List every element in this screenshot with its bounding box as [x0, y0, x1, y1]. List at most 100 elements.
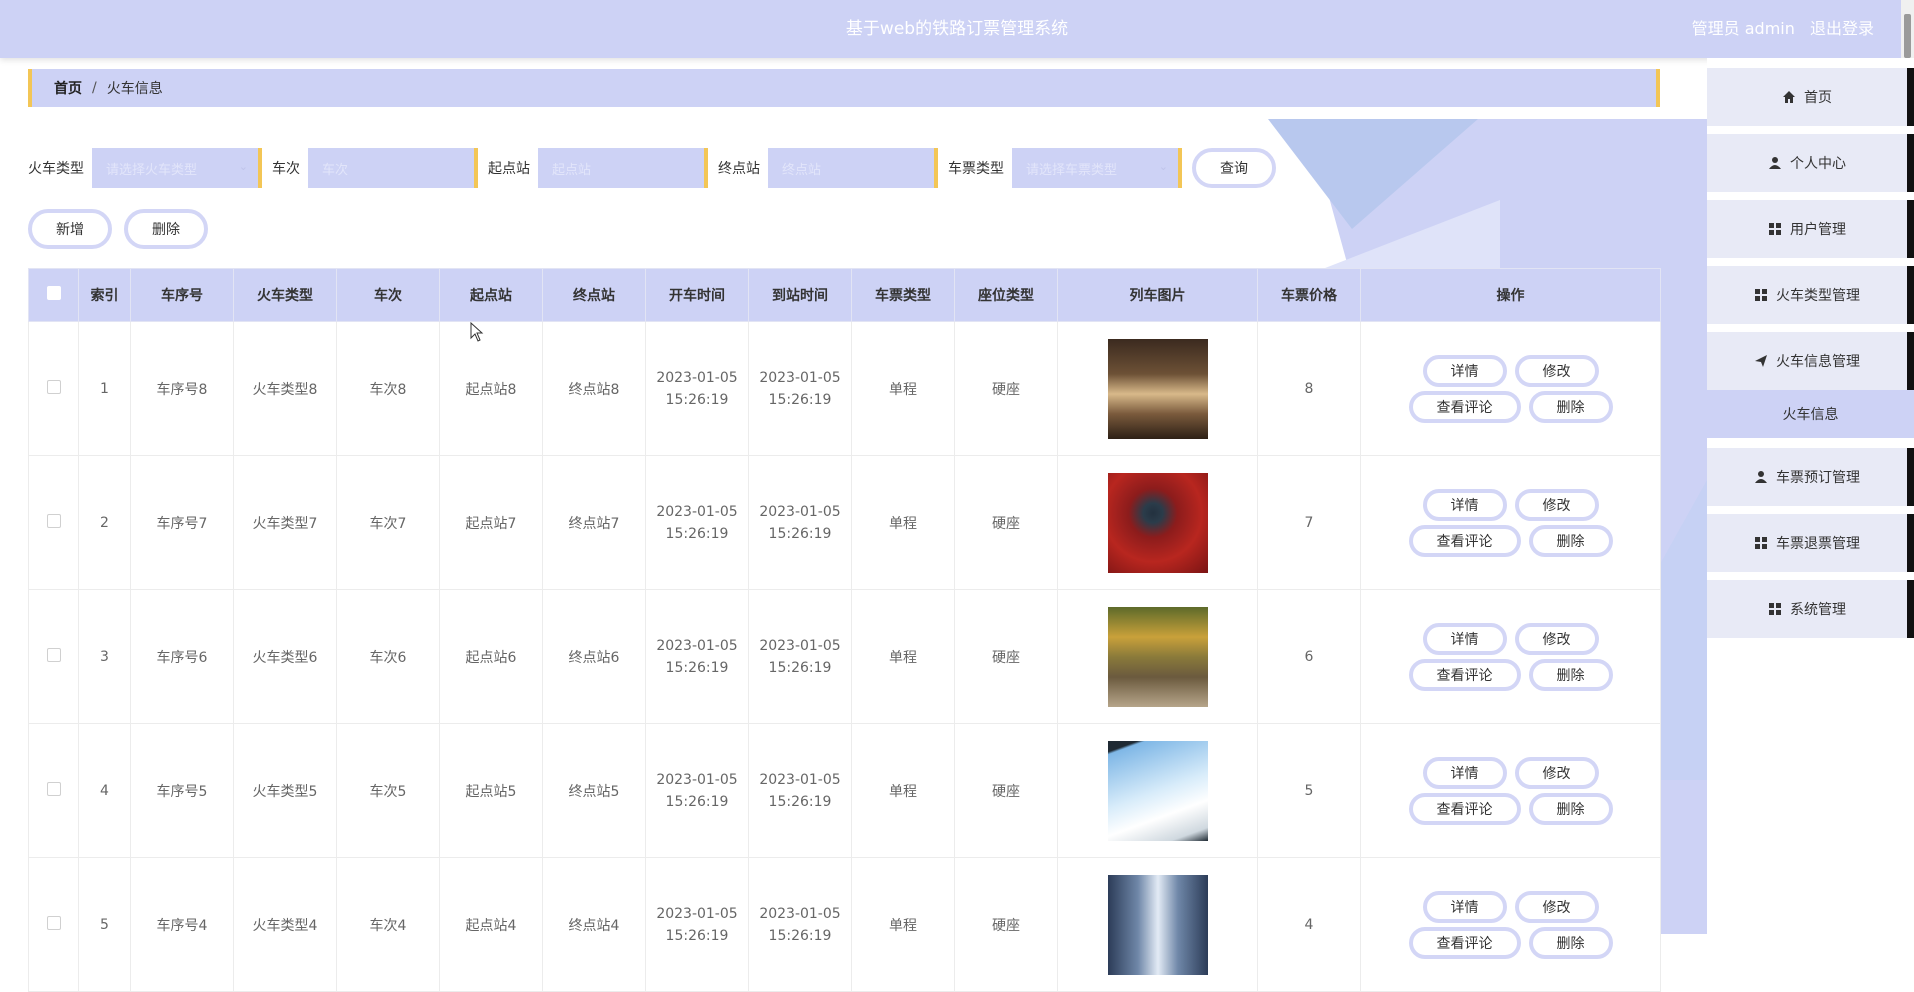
- search-bar: 火车类型 请选择火车类型 ⌄ 车次 车次 起点站 起点站 终点站 终点站 车票类…: [28, 148, 1276, 188]
- sidebar-item[interactable]: 个人中心: [1707, 134, 1914, 192]
- train-image[interactable]: [1107, 472, 1208, 573]
- sidebar-item[interactable]: 火车类型管理: [1707, 266, 1914, 324]
- view-comments-button[interactable]: 查看评论: [1408, 524, 1521, 557]
- sidebar-item[interactable]: 车票退票管理: [1707, 514, 1914, 572]
- arrive-time-cell: 2023-01-05 15:26:19: [748, 589, 852, 724]
- row-actions: 详情 修改 查看评论 删除: [1362, 354, 1659, 423]
- sidebar-item[interactable]: 系统管理: [1707, 580, 1914, 638]
- edit-button[interactable]: 修改: [1514, 354, 1599, 387]
- depart-date: 2023-01-05: [656, 503, 738, 520]
- row-select-cell[interactable]: [28, 455, 79, 590]
- column-header: 操作: [1360, 268, 1661, 322]
- sidebar-item-label: 车票退票管理: [1776, 536, 1860, 552]
- train-image[interactable]: [1107, 740, 1208, 841]
- from-station-placeholder: 起点站: [552, 162, 592, 178]
- view-comments-button[interactable]: 查看评论: [1408, 792, 1521, 825]
- row-select-cell[interactable]: [28, 589, 79, 724]
- sidebar-item[interactable]: 用户管理: [1707, 200, 1914, 258]
- depart-time: 15:26:19: [665, 659, 729, 676]
- column-header: 车票类型: [851, 268, 955, 322]
- row-checkbox[interactable]: [46, 513, 61, 528]
- row-checkbox[interactable]: [46, 915, 61, 930]
- grid-icon: [1768, 602, 1782, 616]
- row-delete-button[interactable]: 删除: [1528, 658, 1613, 691]
- from-station-input[interactable]: 起点站: [538, 148, 708, 188]
- train-image[interactable]: [1107, 606, 1208, 707]
- seq-cell: 车序号8: [130, 321, 234, 456]
- row-checkbox[interactable]: [46, 647, 61, 662]
- select-all-checkbox[interactable]: [46, 286, 61, 300]
- edit-button[interactable]: 修改: [1514, 890, 1599, 923]
- ticket-type-cell: 单程: [851, 723, 955, 858]
- logout-link[interactable]: 退出登录: [1810, 19, 1874, 38]
- detail-button[interactable]: 详情: [1422, 354, 1507, 387]
- query-button[interactable]: 查询: [1192, 148, 1276, 188]
- train-no-cell: 车次4: [336, 857, 440, 992]
- ticket-type-cell: 单程: [851, 455, 955, 590]
- arrive-time: 15:26:19: [768, 659, 832, 676]
- train-no-cell: 车次6: [336, 589, 440, 724]
- detail-button[interactable]: 详情: [1422, 756, 1507, 789]
- sidebar-item[interactable]: 车票预订管理: [1707, 448, 1914, 506]
- grid-icon: [1768, 222, 1782, 236]
- seq-cell: 车序号5: [130, 723, 234, 858]
- sidebar-item[interactable]: 火车信息管理: [1707, 332, 1914, 390]
- from-cell: 起点站5: [439, 723, 543, 858]
- scrollbar-thumb[interactable]: [1904, 14, 1911, 58]
- depart-date: 2023-01-05: [656, 369, 738, 386]
- mouse-cursor-icon: [470, 322, 484, 342]
- row-select-cell[interactable]: [28, 857, 79, 992]
- arrive-time-cell: 2023-01-05 15:26:19: [748, 321, 852, 456]
- table-row: 2 车序号7 火车类型7 车次7 起点站7 终点站7 2023-01-05 15:26:19 2…: [28, 455, 1661, 590]
- row-delete-button[interactable]: 删除: [1528, 926, 1613, 959]
- seat-type-cell: 硬座: [954, 321, 1058, 456]
- row-delete-button[interactable]: 删除: [1528, 390, 1613, 423]
- from-cell: 起点站7: [439, 455, 543, 590]
- train-type-select[interactable]: 请选择火车类型 ⌄: [92, 148, 262, 188]
- depart-time-cell: 2023-01-05 15:26:19: [645, 589, 749, 724]
- batch-delete-button[interactable]: 删除: [124, 209, 208, 249]
- select-all-cell[interactable]: [28, 268, 79, 322]
- row-delete-button[interactable]: 删除: [1528, 792, 1613, 825]
- train-no-cell: 车次5: [336, 723, 440, 858]
- seq-cell: 车序号4: [130, 857, 234, 992]
- train-no-placeholder: 车次: [322, 162, 349, 178]
- train-no-input[interactable]: 车次: [308, 148, 478, 188]
- to-cell: 终点站5: [542, 723, 646, 858]
- sidebar-item-label: 系统管理: [1790, 602, 1846, 618]
- detail-button[interactable]: 详情: [1422, 488, 1507, 521]
- train-no-label: 车次: [272, 161, 300, 177]
- detail-button[interactable]: 详情: [1422, 890, 1507, 923]
- edit-button[interactable]: 修改: [1514, 756, 1599, 789]
- column-header: 火车类型: [233, 268, 337, 322]
- row-select-cell[interactable]: [28, 321, 79, 456]
- train-image[interactable]: [1107, 338, 1208, 439]
- ticket-type-select[interactable]: 请选择车票类型 ⌄: [1012, 148, 1182, 188]
- add-button[interactable]: 新增: [28, 209, 112, 249]
- view-comments-button[interactable]: 查看评论: [1408, 658, 1521, 691]
- edit-button[interactable]: 修改: [1514, 622, 1599, 655]
- train-type-cell: 火车类型5: [233, 723, 337, 858]
- breadcrumb-home[interactable]: 首页: [54, 78, 82, 98]
- row-select-cell[interactable]: [28, 723, 79, 858]
- view-comments-button[interactable]: 查看评论: [1408, 390, 1521, 423]
- row-delete-button[interactable]: 删除: [1528, 524, 1613, 557]
- train-table: 索引 车序号 火车类型 车次 起点站 终点站 开车时间 到站时间 车票类型 座位…: [28, 268, 1661, 992]
- image-cell: [1057, 589, 1258, 724]
- sidebar-item[interactable]: 首页: [1707, 68, 1914, 126]
- row-checkbox[interactable]: [46, 781, 61, 796]
- page-scrollbar[interactable]: [1901, 0, 1914, 58]
- edit-button[interactable]: 修改: [1514, 488, 1599, 521]
- operations-cell: 详情 修改 查看评论 删除: [1360, 857, 1661, 992]
- depart-time-cell: 2023-01-05 15:26:19: [645, 455, 749, 590]
- to-station-input[interactable]: 终点站: [768, 148, 938, 188]
- sidebar-subitem-train-info[interactable]: 火车信息: [1707, 390, 1914, 438]
- detail-button[interactable]: 详情: [1422, 622, 1507, 655]
- table-row: 1 车序号8 火车类型8 车次8 起点站8 终点站8 2023-01-05 15:26:19 2…: [28, 321, 1661, 456]
- view-comments-button[interactable]: 查看评论: [1408, 926, 1521, 959]
- index-cell: 1: [78, 321, 131, 456]
- seat-type-cell: 硬座: [954, 589, 1058, 724]
- row-checkbox[interactable]: [46, 379, 61, 394]
- grid-icon: [1754, 536, 1768, 550]
- train-image[interactable]: [1107, 874, 1208, 975]
